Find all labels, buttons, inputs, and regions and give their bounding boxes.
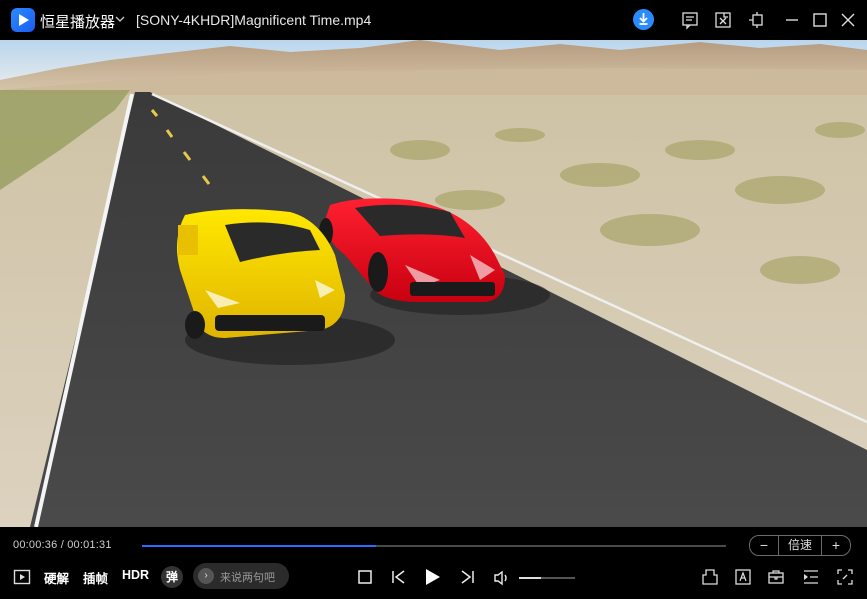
play-icon[interactable] — [421, 566, 443, 588]
chevron-down-icon[interactable] — [114, 13, 126, 25]
minimize-icon[interactable] — [782, 10, 802, 30]
video-frame — [0, 40, 867, 527]
video-area[interactable] — [0, 40, 867, 527]
toolbox-icon[interactable] — [766, 567, 786, 587]
stop-icon[interactable] — [355, 567, 375, 587]
app-name[interactable]: 恒星播放器 — [40, 11, 115, 32]
media-library-icon[interactable] — [12, 567, 32, 587]
volume-slider[interactable] — [519, 577, 575, 579]
danmu-toggle-button[interactable]: 弹 — [161, 566, 183, 588]
close-icon[interactable] — [838, 10, 858, 30]
volume-fill — [519, 577, 542, 579]
speed-button[interactable]: 倍速 — [778, 536, 822, 555]
total-time: 00:01:31 — [67, 539, 112, 551]
chevron-right-icon[interactable]: › — [198, 568, 214, 584]
fullscreen-icon[interactable] — [835, 567, 855, 587]
maximize-icon[interactable] — [810, 10, 830, 30]
volume-icon[interactable] — [492, 568, 512, 588]
pin-icon[interactable] — [747, 10, 767, 30]
progress-fill — [142, 545, 376, 547]
playlist-icon[interactable] — [680, 10, 700, 30]
subtitle-icon[interactable] — [733, 567, 753, 587]
progress-bar[interactable] — [142, 545, 726, 547]
hw-decode-button[interactable]: 硬解 — [44, 568, 69, 587]
app-logo-icon[interactable] — [11, 8, 35, 32]
next-icon[interactable] — [457, 567, 477, 587]
speed-decrease-button[interactable]: − — [750, 536, 778, 555]
download-icon[interactable] — [633, 9, 654, 30]
screenshot-icon[interactable] — [713, 10, 733, 30]
current-time: 00:00:36 — [13, 539, 58, 551]
hdr-button[interactable]: HDR — [122, 568, 149, 582]
playlist-toggle-icon[interactable] — [801, 567, 821, 587]
speed-control: − 倍速 + — [749, 535, 851, 556]
time-separator: / — [60, 539, 64, 551]
danmu-placeholder: 来说两句吧 — [220, 572, 275, 584]
bottom-toolbar: 硬解 插帧 HDR 弹 › 来说两句吧 — [0, 563, 867, 593]
control-bar: 00:00:36 / 00:01:31 − 倍速 + 硬解 插帧 HDR 弹 ›… — [0, 527, 867, 599]
mini-mode-icon[interactable] — [700, 567, 720, 587]
title-bar: 恒星播放器 [SONY-4KHDR]Magnificent Time.mp4 — [0, 0, 867, 40]
danmu-input[interactable]: › 来说两句吧 — [193, 563, 289, 589]
time-display: 00:00:36 / 00:01:31 — [13, 539, 112, 551]
file-title: [SONY-4KHDR]Magnificent Time.mp4 — [136, 12, 372, 28]
previous-icon[interactable] — [389, 567, 409, 587]
frame-insert-button[interactable]: 插帧 — [83, 568, 108, 587]
speed-increase-button[interactable]: + — [822, 536, 850, 555]
